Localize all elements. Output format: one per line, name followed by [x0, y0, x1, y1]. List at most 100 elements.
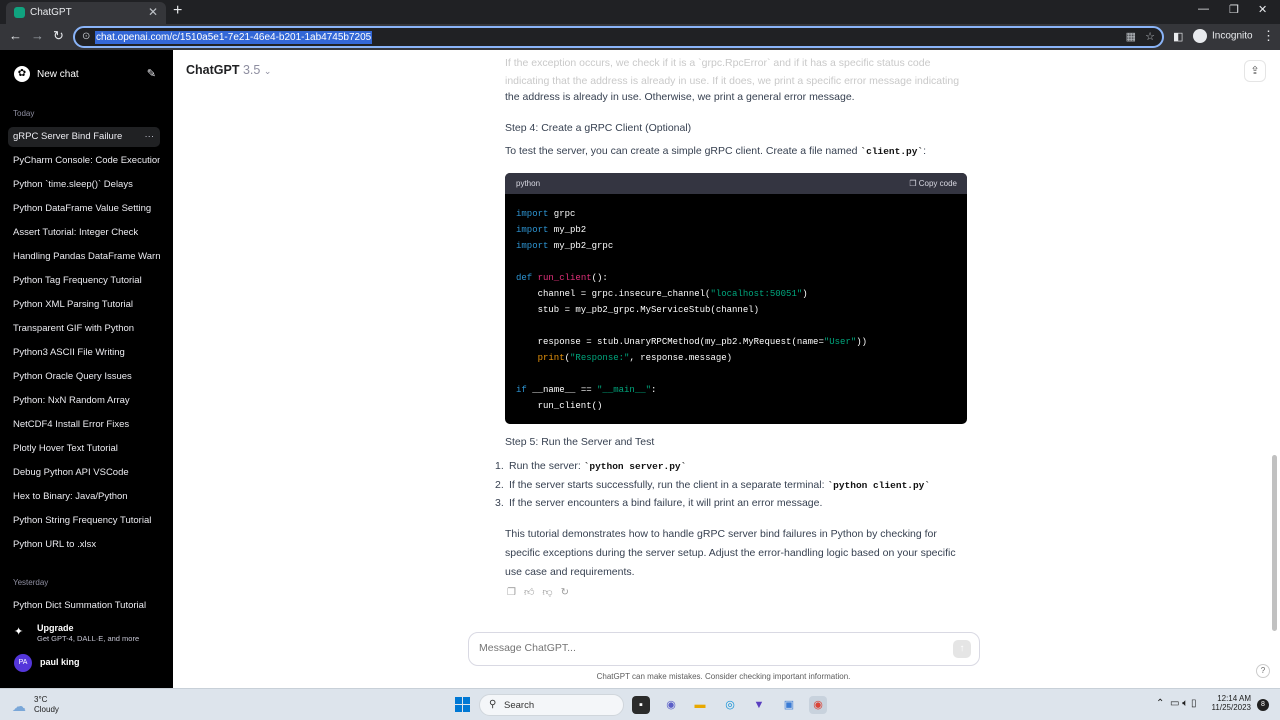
sidebar-item-chat[interactable]: Handling Pandas DataFrame Warnings [8, 247, 160, 267]
message-actions: ❐👍︎👎︎↻ [507, 586, 577, 598]
sidebar-item-chat[interactable]: Python Tag Frequency Tutorial [8, 271, 160, 291]
list-item: 2. If the server starts successfully, run… [495, 478, 931, 491]
sidebar-item-chat[interactable]: Python: NxN Random Array [8, 391, 160, 411]
step5-heading: Step 5: Run the Server and Test [505, 436, 655, 448]
sidebar-item-chat[interactable]: Python DataFrame Value Setting [8, 199, 160, 219]
qr-code-icon[interactable]: ▦ [1126, 30, 1136, 43]
address-bar[interactable]: ⊙ chat.openai.com/c/1510a5e1-7e21-46e4-b… [73, 26, 1164, 48]
copy-icon[interactable]: ❐ [507, 587, 524, 598]
app-icon[interactable]: ▼ [750, 696, 768, 714]
scrollbar[interactable] [1272, 455, 1277, 631]
sidebar: ✿ New chat ✎ Today gRPC Server Bind Fail… [0, 50, 173, 688]
regenerate-icon[interactable]: ↻ [561, 587, 577, 598]
bookmark-star-icon[interactable]: ☆ [1145, 30, 1155, 43]
sidebar-item-chat[interactable]: Python `time.sleep()` Delays [8, 175, 160, 195]
sidebar-item-yesterday[interactable]: Python Dict Summation Tutorial [8, 596, 160, 616]
windows-start-icon[interactable] [455, 697, 470, 712]
code-language: python [516, 179, 541, 188]
new-tab-icon[interactable]: + [173, 2, 182, 20]
chevron-down-icon: ⌄ [263, 66, 272, 76]
user-name: paul king [40, 657, 80, 667]
volume-icon[interactable]: 🔈︎ [1182, 698, 1188, 709]
disclaimer: ChatGPT can make mistakes. Consider chec… [596, 672, 851, 681]
taskbar: ☁ 3°C Cloudy ⚲ Search ▪ ◉ ▬ ◎ ▼ ▣ ◉ ⌃ ▭ … [0, 688, 1280, 720]
more-options-icon[interactable]: ··· [145, 127, 155, 147]
sidebar-item-chat[interactable]: Python URL to .xlsx [8, 535, 160, 555]
taskbar-search-label: Search [504, 700, 535, 711]
browser-menu-icon[interactable]: ⋮ [1262, 28, 1275, 44]
upgrade-subtitle: Get GPT-4, DALL·E, and more [37, 634, 140, 643]
thumbs-up-icon[interactable]: 👍︎ [524, 587, 542, 598]
code-content: import grpc import my_pb2 import my_pb2_… [516, 209, 868, 411]
code-block: python ❐ Copy code import grpc import my… [505, 173, 967, 424]
forward-icon[interactable]: → [31, 28, 44, 43]
chrome-icon[interactable]: ◉ [809, 696, 827, 714]
sidebar-item-chat[interactable]: Hex to Binary: Java/Python [8, 487, 160, 507]
sidebar-item-chat[interactable]: PyCharm Console: Code Execution [8, 151, 160, 171]
step4-text: To test the server, you can create a sim… [505, 145, 927, 157]
sidebar-item-chat[interactable]: Debug Python API VSCode [8, 463, 160, 483]
sidebar-item-chat[interactable]: Plotly Hover Text Tutorial [8, 439, 160, 459]
upgrade-button[interactable]: ✦ Upgrade Get GPT-4, DALL·E, and more [8, 620, 160, 648]
app-icon-2[interactable]: ▣ [780, 696, 798, 714]
faded-paragraph: If the exception occurs, we check if it … [505, 57, 960, 87]
search-icon: ⚲ [489, 699, 497, 710]
thumbs-down-icon[interactable]: 👎︎ [542, 587, 560, 598]
restore-icon[interactable]: ❐ [1229, 3, 1239, 16]
close-tab-icon[interactable]: ✕ [148, 5, 158, 19]
paragraph-end: the address is already in use. Otherwise… [505, 91, 855, 103]
browser-tab[interactable]: ChatGPT ✕ [6, 2, 166, 24]
share-icon[interactable]: ⇪ [1244, 60, 1266, 82]
minimize-icon[interactable]: — [1198, 3, 1209, 15]
sidebar-item-chat[interactable]: Assert Tutorial: Integer Check [8, 223, 160, 243]
reload-icon[interactable]: ↻ [53, 28, 64, 44]
edge-icon[interactable]: ◎ [721, 696, 739, 714]
sidebar-item-chat[interactable]: Python Oracle Query Issues [8, 367, 160, 387]
step4-heading: Step 4: Create a gRPC Client (Optional) [505, 122, 692, 134]
user-menu[interactable]: PA paul king [8, 652, 160, 674]
incognito-profile[interactable]: Incognito [1193, 29, 1253, 43]
edit-icon[interactable]: ✎ [147, 67, 156, 80]
url-text[interactable]: chat.openai.com/c/1510a5e1-7e21-46e4-b20… [95, 31, 373, 44]
message-composer: ↑ [468, 632, 980, 666]
inline-code: `client.py` [860, 146, 924, 157]
model-name: ChatGPT [186, 63, 240, 77]
tab-title: ChatGPT [30, 7, 72, 18]
chevron-up-icon[interactable]: ⌃ [1156, 698, 1164, 709]
summary-line-2: specific exceptions during the server se… [505, 547, 956, 559]
battery-icon[interactable]: ▯ [1191, 698, 1197, 709]
sidebar-item-chat[interactable]: Transparent GIF with Python [8, 319, 160, 339]
model-selector[interactable]: ChatGPT 3.5 ⌄ [186, 63, 271, 77]
sidebar-item-chat[interactable]: gRPC Server Bind Failure ··· [8, 127, 160, 147]
copy-code-button[interactable]: ❐ Copy code [909, 179, 957, 188]
sidebar-item-chat[interactable]: Python XML Parsing Tutorial [8, 295, 160, 315]
notification-badge[interactable]: 8 [1257, 699, 1269, 711]
message-input[interactable] [479, 642, 919, 654]
weather-status: Cloudy [34, 705, 59, 714]
taskbar-search[interactable]: ⚲ Search [479, 694, 624, 716]
sidebar-item-chat[interactable]: Python String Frequency Tutorial [8, 511, 160, 531]
model-version: 3.5 [242, 63, 261, 77]
sidebar-item-chat[interactable]: Python3 ASCII File Writing [8, 343, 160, 363]
openai-logo-icon: ✿ [14, 66, 30, 82]
help-icon[interactable]: ? [1256, 664, 1270, 678]
chat-icon[interactable]: ◉ [662, 696, 680, 714]
task-view-icon[interactable]: ▪ [632, 696, 650, 714]
main-panel: ChatGPT 3.5 ⌄ ⇪ If the exception occurs,… [173, 50, 1280, 688]
avatar: PA [14, 654, 32, 672]
close-window-icon[interactable]: ✕ [1258, 3, 1267, 16]
new-chat-button[interactable]: ✿ New chat ✎ [8, 59, 160, 89]
site-info-icon[interactable]: ⊙ [82, 31, 90, 42]
clock[interactable]: 12:14 AM 11/25/2023 [1211, 694, 1251, 712]
code-header: python ❐ Copy code [505, 173, 967, 194]
file-explorer-icon[interactable]: ▬ [691, 696, 709, 714]
new-chat-label: New chat [37, 69, 79, 80]
list-item: 3. If the server encounters a bind failur… [495, 497, 823, 509]
network-icon[interactable]: ▭ [1170, 698, 1179, 709]
inline-code: `python server.py` [583, 461, 687, 472]
back-icon[interactable]: ← [9, 28, 22, 43]
time: 12:14 AM [1217, 694, 1251, 703]
side-panel-icon[interactable]: ◧ [1173, 30, 1183, 43]
sidebar-item-chat[interactable]: NetCDF4 Install Error Fixes [8, 415, 160, 435]
send-button[interactable]: ↑ [953, 640, 971, 658]
